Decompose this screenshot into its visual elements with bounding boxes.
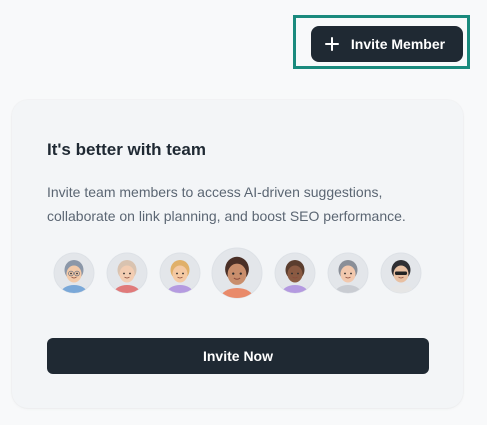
card-description: Invite team members to access AI-driven … <box>47 184 406 224</box>
invite-member-button[interactable]: Invite Member <box>311 26 463 62</box>
invite-now-button[interactable]: Invite Now <box>47 338 429 374</box>
invite-member-label: Invite Member <box>350 36 446 52</box>
avatar-man-bald-dark <box>274 252 316 294</box>
avatar-row <box>53 247 422 299</box>
card-title: It's better with team <box>47 140 206 159</box>
avatar-woman-dark-hair <box>211 247 263 299</box>
avatar-man-glasses <box>53 252 95 294</box>
avatar-man-sunglasses <box>380 252 422 294</box>
plus-icon <box>324 37 339 51</box>
avatar-woman-grey-hair <box>106 252 148 294</box>
invite-now-label: Invite Now <box>202 348 273 364</box>
avatar-group <box>53 246 425 300</box>
team-invite-card: It's better with team Invite team member… <box>12 100 463 408</box>
page: Invite Member It's better with team Invi… <box>0 0 487 425</box>
avatar-man-blond <box>159 252 201 294</box>
avatar-woman-curly <box>327 252 369 294</box>
